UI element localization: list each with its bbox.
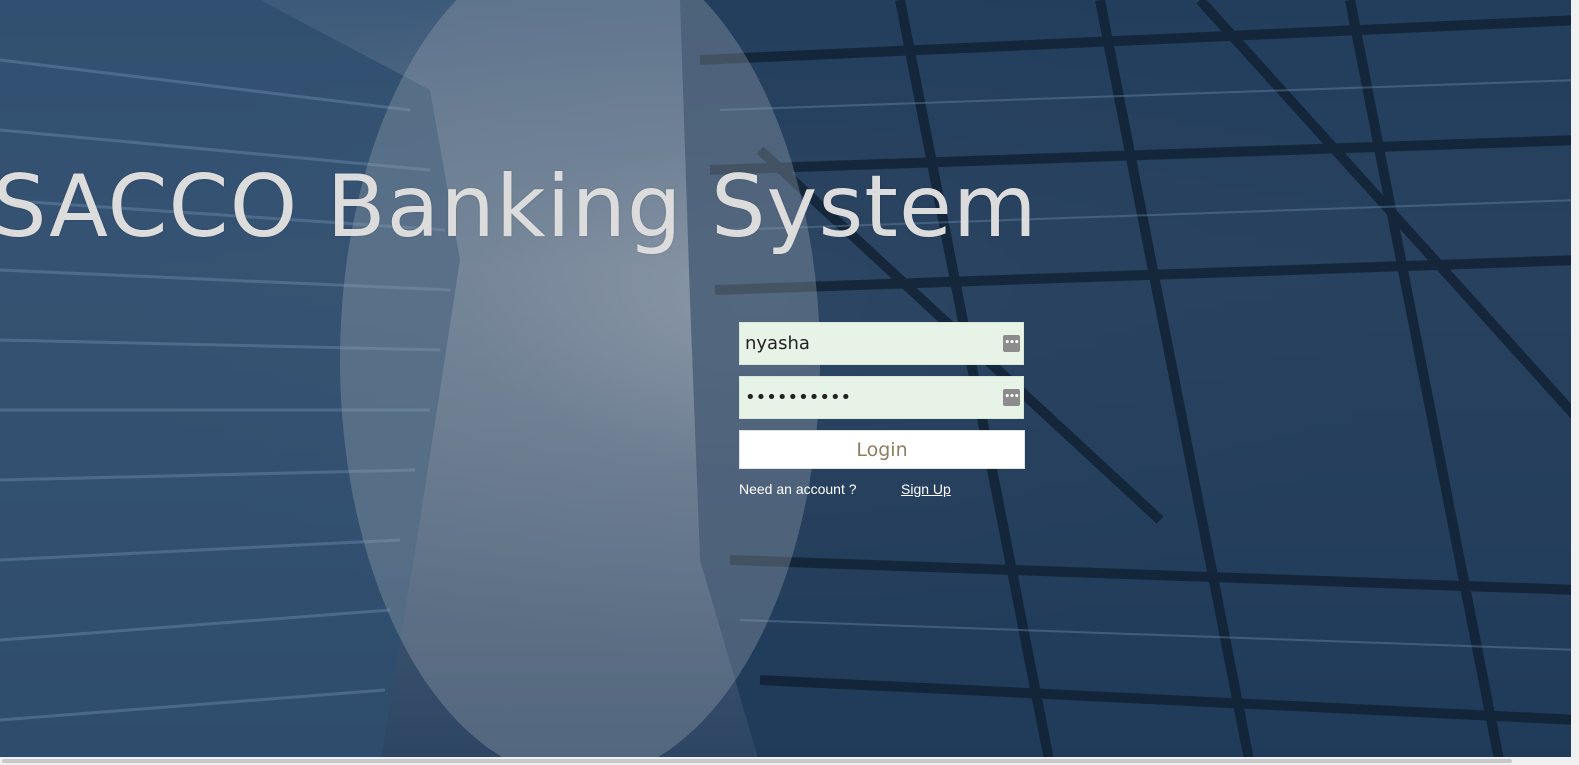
need-account-text: Need an account ? xyxy=(739,481,857,497)
login-form: ••• ••• Login Need an account ? Sign Up xyxy=(739,322,1025,501)
page-title: SACCO Banking System xyxy=(0,157,1038,257)
vertical-scrollbar[interactable] xyxy=(1571,0,1579,757)
horizontal-scrollbar[interactable] xyxy=(0,757,1579,765)
username-input[interactable] xyxy=(740,323,1023,364)
login-button[interactable]: Login xyxy=(739,430,1025,469)
username-field-wrapper: ••• xyxy=(739,322,1024,365)
horizontal-scrollbar-thumb[interactable] xyxy=(2,759,1512,763)
signup-prompt: Need an account ? Sign Up xyxy=(739,481,1025,501)
field-icon-glyph: ••• xyxy=(1004,338,1019,348)
login-page: SACCO Banking System ••• ••• Login Need … xyxy=(0,0,1579,765)
password-field-wrapper: ••• xyxy=(739,376,1024,419)
signup-link[interactable]: Sign Up xyxy=(901,481,951,497)
field-icon-glyph: ••• xyxy=(1004,392,1019,402)
password-input[interactable] xyxy=(740,377,1023,418)
password-manager-icon[interactable]: ••• xyxy=(1003,335,1020,352)
password-manager-icon[interactable]: ••• xyxy=(1003,389,1020,406)
